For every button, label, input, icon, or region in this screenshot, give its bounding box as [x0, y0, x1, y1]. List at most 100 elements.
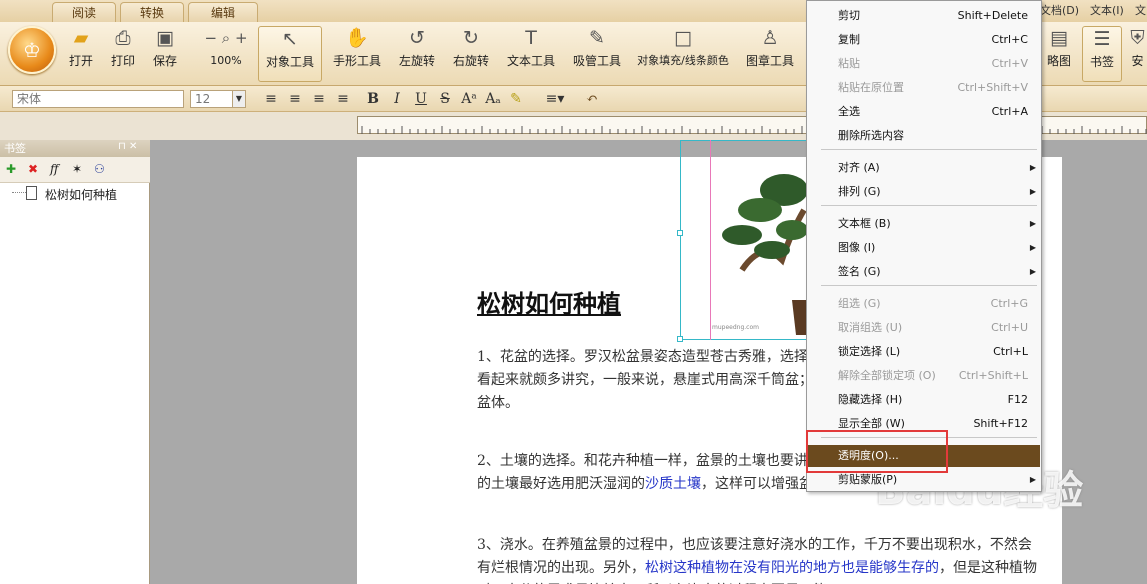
- rotate-right-icon: ↻: [463, 27, 479, 49]
- menu-separator: [821, 149, 1037, 150]
- chevron-down-icon: ▼: [232, 91, 245, 107]
- menu-item-shortcut: Ctrl+Shift+V: [957, 81, 1028, 94]
- menu-item-label: 隐藏选择 (H): [838, 393, 903, 406]
- menu-item[interactable]: 取消组选 (U) Ctrl+U: [808, 317, 1040, 339]
- menu-item-label: 排列 (G): [838, 185, 881, 198]
- delete-bookmark-icon[interactable]: ✖: [28, 162, 38, 176]
- menu-item[interactable]: 签名 (G) ▶: [808, 261, 1040, 283]
- menu-item[interactable]: 删除所选内容: [808, 125, 1040, 147]
- stamp-tool-button[interactable]: ♙ 图章工具: [740, 26, 800, 82]
- underline-icon[interactable]: U: [412, 90, 430, 108]
- menu-item[interactable]: 隐藏选择 (H) F12: [808, 389, 1040, 411]
- menu-item-label: 文本框 (B): [838, 217, 891, 230]
- text-tool-button[interactable]: T 文本工具: [502, 26, 560, 82]
- page-icon: [26, 186, 37, 200]
- magic-wand-icon[interactable]: ✶: [72, 162, 82, 176]
- menubar-document[interactable]: 文档(D): [1040, 2, 1079, 18]
- undo-icon[interactable]: ↶: [582, 90, 602, 108]
- fill-color-button[interactable]: □ 对象填充/线条颜色: [636, 26, 730, 82]
- object-tool-button[interactable]: ↖ 对象工具: [258, 26, 322, 82]
- menu-item-label: 锁定选择 (L): [838, 345, 901, 358]
- menu-item-shortcut: Shift+F12: [973, 417, 1028, 430]
- eyedropper-icon: ✎: [589, 27, 605, 49]
- menu-item-shortcut: Shift+Delete: [957, 9, 1028, 22]
- zoom-control[interactable]: − ⌕ +100%: [192, 26, 260, 82]
- rotate-left-button[interactable]: ↺ 左旋转: [392, 26, 442, 82]
- menu-item-shortcut: F12: [1007, 393, 1028, 406]
- italic-icon[interactable]: I: [388, 90, 406, 108]
- resize-handle[interactable]: [677, 230, 683, 236]
- paragraph-3-link: 松树这种植物在没有阳光的地方也是能够生存的: [645, 560, 939, 576]
- bold-icon[interactable]: B: [364, 90, 382, 108]
- menu-item[interactable]: 对齐 (A) ▶: [808, 157, 1040, 179]
- print-button[interactable]: ⎙ 打印: [104, 26, 142, 82]
- align-right-icon[interactable]: ≡: [310, 90, 328, 108]
- menu-item-label: 粘贴在原位置: [838, 81, 904, 94]
- paragraph-3: 3、浇水。在养殖盆景的过程中，也应该要注意好浇水的工作，千万不要出现积水，不然会…: [477, 534, 1037, 584]
- submenu-arrow-icon: ▶: [1029, 187, 1036, 196]
- menubar-text[interactable]: 文本(I): [1090, 2, 1124, 18]
- security-button[interactable]: ⛨ 安: [1128, 26, 1147, 82]
- guide-line: [710, 140, 711, 340]
- bookmark-item[interactable]: 松树如何种植: [45, 186, 117, 203]
- menu-item[interactable]: 锁定选择 (L) Ctrl+L: [808, 341, 1040, 363]
- menu-item[interactable]: 图像 (I) ▶: [808, 237, 1040, 259]
- menu-item[interactable]: 全选 Ctrl+A: [808, 101, 1040, 123]
- shield-icon: ⛨: [1130, 27, 1145, 49]
- tab-edit[interactable]: 编辑: [188, 2, 258, 22]
- add-bookmark-icon[interactable]: ✚: [6, 162, 16, 176]
- align-justify-icon[interactable]: ≡: [334, 90, 352, 108]
- bookmark-button[interactable]: ☰ 书签: [1082, 26, 1122, 82]
- menu-item-shortcut: Ctrl+Shift+L: [958, 369, 1028, 382]
- resize-handle[interactable]: [677, 336, 683, 342]
- menu-item-label: 图像 (I): [838, 241, 876, 254]
- align-center-icon[interactable]: ≡: [286, 90, 304, 108]
- app-logo[interactable]: ♔: [8, 26, 56, 74]
- save-button[interactable]: ▣ 保存: [146, 26, 184, 82]
- tree-line: [12, 192, 26, 193]
- menu-item[interactable]: 排列 (G) ▶: [808, 181, 1040, 203]
- menu-item-label: 全选: [838, 105, 860, 118]
- menu-item[interactable]: 粘贴 Ctrl+V: [808, 53, 1040, 75]
- pin-icon[interactable]: ⊓ ✕: [118, 141, 137, 152]
- eyedropper-button[interactable]: ✎ 吸管工具: [566, 26, 628, 82]
- align-left-icon[interactable]: ≡: [262, 90, 280, 108]
- pine-tree-image: [722, 174, 808, 335]
- menu-item[interactable]: 文本框 (B) ▶: [808, 213, 1040, 235]
- hand-tool-button[interactable]: ✋ 手形工具: [328, 26, 386, 82]
- thumbnail-button[interactable]: ▤ 略图: [1038, 26, 1080, 82]
- text-icon: T: [525, 27, 537, 49]
- menu-item-label: 签名 (G): [838, 265, 881, 278]
- square-icon: □: [674, 27, 692, 49]
- strikethrough-icon[interactable]: S: [436, 90, 454, 108]
- menu-item-label: 取消组选 (U): [838, 321, 903, 334]
- menu-item[interactable]: 组选 (G) Ctrl+G: [808, 293, 1040, 315]
- submenu-arrow-icon: ▶: [1029, 243, 1036, 252]
- superscript-icon[interactable]: Aᵃ: [460, 90, 478, 108]
- bookmark-font-icon[interactable]: ff: [50, 162, 59, 176]
- stamp-icon: ♙: [761, 27, 779, 49]
- menu-item-shortcut: Ctrl+U: [991, 321, 1028, 334]
- menu-item[interactable]: 剪切 Shift+Delete: [808, 5, 1040, 27]
- menu-item[interactable]: 粘贴在原位置 Ctrl+Shift+V: [808, 77, 1040, 99]
- menu-item[interactable]: 解除全部锁定项 (O) Ctrl+Shift+L: [808, 365, 1040, 387]
- menu-item[interactable]: 复制 Ctrl+C: [808, 29, 1040, 51]
- menubar-partial[interactable]: 文: [1135, 2, 1146, 18]
- subscript-icon[interactable]: Aₐ: [484, 90, 502, 108]
- list-icon: ☰: [1093, 28, 1111, 50]
- menu-item-shortcut: Ctrl+L: [993, 345, 1028, 358]
- font-size-select[interactable]: 12 ▼: [190, 90, 246, 108]
- paragraph-2-link: 沙质土壤: [645, 476, 701, 492]
- font-size-value: 12: [195, 92, 211, 106]
- rotate-right-button[interactable]: ↻ 右旋转: [446, 26, 496, 82]
- tab-read[interactable]: 阅读: [52, 2, 116, 22]
- annotation-highlight-box: [806, 430, 948, 473]
- menu-separator: [821, 205, 1037, 206]
- tab-convert[interactable]: 转换: [120, 2, 184, 22]
- printer-icon: ⎙: [115, 27, 131, 49]
- line-spacing-icon[interactable]: ≡▾: [538, 90, 572, 108]
- binoculars-icon[interactable]: ⚇: [94, 162, 105, 176]
- font-name-select[interactable]: 宋体: [12, 90, 184, 108]
- highlight-icon[interactable]: ✎: [506, 90, 526, 108]
- open-button[interactable]: ▰ 打开: [62, 26, 100, 82]
